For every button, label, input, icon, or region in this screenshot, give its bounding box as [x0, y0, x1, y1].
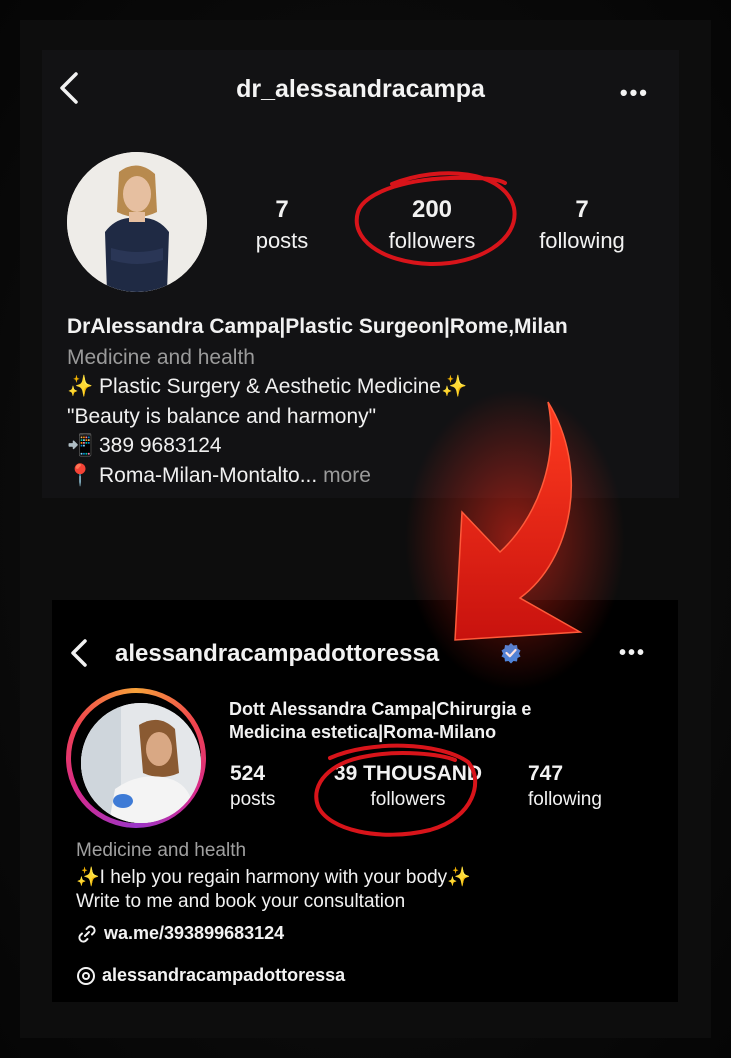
- display-name: Dott Alessandra Campa|Chirurgia e Medici…: [229, 698, 649, 744]
- following-count: 7: [575, 196, 589, 223]
- display-name-line: Dott Alessandra Campa|Chirurgia e: [229, 699, 532, 719]
- category-label: Medicine and health: [76, 840, 247, 861]
- followers-stat[interactable]: 39 THOUSAND followers: [320, 762, 496, 811]
- more-options-icon[interactable]: •••: [620, 80, 649, 106]
- website-link-text: wa.me/393899683124: [104, 923, 285, 943]
- bio-line: ✨I help you regain harmony with your bod…: [76, 867, 471, 888]
- bio-phone: 📲 389 9683124: [67, 434, 222, 457]
- display-name-line: Medicina estetica|Roma-Milano: [229, 722, 497, 742]
- followers-label: followers: [370, 789, 446, 810]
- following-stat[interactable]: 747 following: [528, 762, 602, 811]
- posts-count: 524: [230, 762, 266, 785]
- posts-label: posts: [255, 228, 309, 253]
- website-link[interactable]: wa.me/393899683124: [76, 923, 284, 945]
- followers-stat[interactable]: 200 followers: [372, 196, 492, 254]
- followers-count: 200: [411, 196, 453, 223]
- profile-username: alessandracampadottoressa: [115, 640, 440, 667]
- bio-location-text: 📍 Roma-Milan-Montalto...: [67, 464, 318, 487]
- avatar-photo: [81, 703, 201, 823]
- display-name: DrAlessandra Campa|Plastic Surgeon|Rome,…: [67, 315, 568, 338]
- back-icon[interactable]: [68, 638, 90, 668]
- verified-badge-icon: [501, 643, 521, 664]
- following-label: following: [528, 789, 602, 810]
- profile-screenshot-old: dr_alessandracampa ••• 7 posts 200 follo…: [42, 50, 679, 498]
- more-link[interactable]: more: [323, 464, 371, 487]
- threads-handle: alessandracampadottoressa: [102, 965, 346, 985]
- posts-stat[interactable]: 7 posts: [242, 196, 322, 254]
- story-ring[interactable]: [66, 688, 206, 828]
- bio-line: ✨ Plastic Surgery & Aesthetic Medicine✨: [67, 375, 468, 398]
- avatar[interactable]: [81, 703, 201, 823]
- avatar-photo: [67, 152, 207, 292]
- followers-count: 39 THOUSAND: [333, 762, 483, 785]
- bio-line: Write to me and book your consultation: [76, 891, 406, 912]
- profile-username: dr_alessandracampa: [236, 75, 485, 103]
- following-label: following: [539, 228, 625, 253]
- profile-screenshot-new: alessandracampadottoressa ••• Dott Aless…: [52, 600, 678, 1002]
- category-label: Medicine and health: [67, 346, 255, 369]
- following-count: 747: [528, 762, 564, 785]
- threads-icon: [77, 967, 95, 986]
- posts-stat[interactable]: 524 posts: [230, 762, 275, 811]
- bio-location: 📍 Roma-Milan-Montalto... more: [67, 464, 371, 488]
- posts-label: posts: [230, 789, 276, 810]
- following-stat[interactable]: 7 following: [527, 196, 637, 254]
- avatar[interactable]: [67, 152, 207, 292]
- posts-count: 7: [275, 196, 289, 223]
- threads-link[interactable]: alessandracampadottoressa: [76, 965, 345, 986]
- more-options-icon[interactable]: •••: [619, 642, 646, 665]
- followers-label: followers: [388, 228, 476, 253]
- link-icon: [78, 925, 96, 943]
- bio-line: "Beauty is balance and harmony": [67, 405, 377, 428]
